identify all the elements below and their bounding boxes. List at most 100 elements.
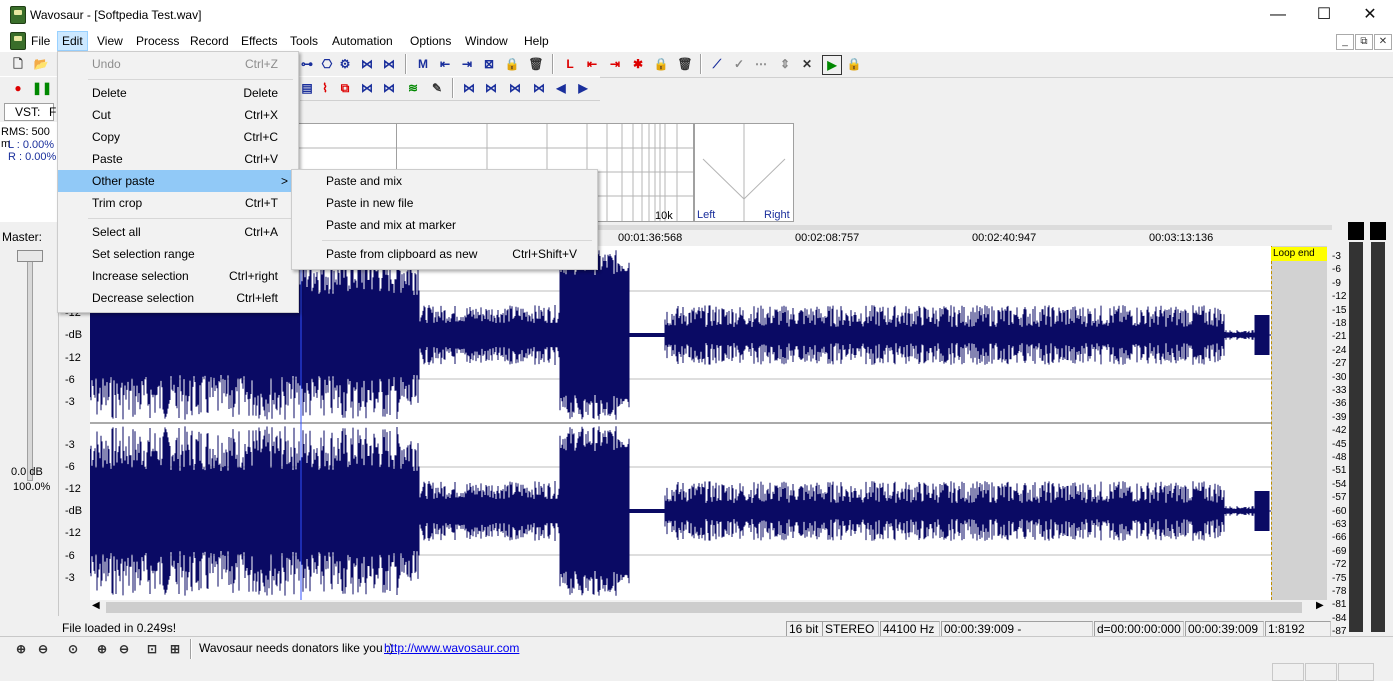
play-envelope-icon[interactable]: ▶ (822, 55, 842, 75)
split-icon[interactable]: ⊶ (298, 55, 316, 73)
zoom-wave-icon[interactable]: ⋈ (460, 79, 478, 97)
ruler-tick: 00:02:08:757 (795, 232, 860, 244)
master-slider-track[interactable] (27, 254, 33, 481)
zoom-in-icon[interactable]: ⊕ (12, 640, 30, 658)
pencil-icon[interactable]: ✎ (428, 79, 446, 97)
menu-effects[interactable]: Effects (241, 33, 277, 49)
zoom-in-v-icon[interactable]: ⊕ (93, 640, 111, 658)
submenu-paste-from-clipboard[interactable]: Paste from clipboard as new Ctrl+Shift+V (292, 243, 597, 265)
menu-view[interactable]: View (97, 33, 123, 49)
pause-icon[interactable]: ❚❚ (32, 79, 52, 97)
statusbar-pane (1305, 663, 1337, 681)
open-folder-icon[interactable]: 📂 (32, 55, 50, 73)
eq-icon[interactable]: ≋ (404, 79, 422, 97)
close-button[interactable]: ✕ (1347, 0, 1393, 30)
arrow-left-marker-icon[interactable]: ⇤ (436, 55, 454, 73)
menu-item-select-all[interactable]: Select all Ctrl+A (58, 221, 298, 243)
loop-left-icon[interactable]: ⇤ (583, 55, 601, 73)
zoom-full-icon[interactable]: ⊙ (64, 640, 82, 658)
play-forward-icon[interactable]: ▶ (574, 79, 592, 97)
maximize-button[interactable]: ☐ (1301, 0, 1347, 30)
mdi-restore-button[interactable]: ⧉ (1355, 34, 1373, 50)
normalize-icon[interactable]: ▤ (298, 79, 316, 97)
menu-tools[interactable]: Tools (290, 33, 318, 49)
menu-item-decrease-selection[interactable]: Decrease selection Ctrl+left (58, 287, 298, 309)
menu-item-trim-crop[interactable]: Trim crop Ctrl+T (58, 192, 298, 214)
check-icon[interactable]: ✓ (730, 55, 748, 73)
zoom-sel-icon[interactable]: ⋈ (506, 79, 524, 97)
minimize-button[interactable]: — (1255, 0, 1301, 30)
zoom-sel-v-icon[interactable]: ⊡ (143, 640, 161, 658)
vu-right-meter (1371, 242, 1385, 632)
loop-lock-icon[interactable]: 🔒 (652, 55, 670, 73)
menu-item-paste[interactable]: Paste Ctrl+V (58, 148, 298, 170)
mdi-close-button[interactable]: ✕ (1374, 34, 1392, 50)
menu-item-set-selection-range[interactable]: Set selection range (58, 243, 298, 265)
loop-trash-icon[interactable]: 🗑 (676, 55, 694, 73)
env-lock-icon[interactable]: 🔒 (845, 55, 863, 73)
menu-item-other-paste[interactable]: Other paste > (58, 170, 298, 192)
mdi-minimize-button[interactable]: _ (1336, 34, 1354, 50)
loop-region[interactable] (1271, 246, 1328, 600)
vu-left-meter (1349, 242, 1363, 632)
arrow-right-marker-icon[interactable]: ⇥ (458, 55, 476, 73)
window-title: Wavosaur - [Softpedia Test.wav] (30, 8, 202, 22)
menu-automation[interactable]: Automation (332, 33, 393, 49)
dots-icon[interactable]: ⋯ (752, 55, 770, 73)
db-label: -dB (65, 505, 83, 517)
loop-end-marker[interactable]: Loop end (1271, 247, 1327, 261)
marker-select-icon[interactable]: ⊠ (480, 55, 498, 73)
envelope-icon[interactable]: ⟋ (708, 55, 726, 73)
doc-icon[interactable] (10, 32, 26, 50)
loop-right-icon[interactable]: ⇥ (606, 55, 624, 73)
marker-m-icon[interactable]: M (414, 55, 432, 73)
scroll-thumb[interactable] (106, 602, 1302, 613)
menu-item-undo[interactable]: Undo Ctrl+Z (58, 53, 298, 75)
submenu-paste-and-mix[interactable]: Paste and mix (292, 170, 597, 192)
submenu-paste-in-new-file[interactable]: Paste in new file (292, 192, 597, 214)
loop-bug-icon[interactable]: ✱ (629, 55, 647, 73)
updown-icon[interactable]: ⇕ (776, 55, 794, 73)
db-label: -dB (65, 329, 83, 341)
menu-help[interactable]: Help (524, 33, 549, 49)
vst-box[interactable]: VST: F (4, 103, 56, 121)
record-icon[interactable]: ● (9, 79, 27, 97)
menu-edit[interactable]: Edit (57, 31, 88, 51)
play-back-icon[interactable]: ◀ (552, 79, 570, 97)
menu-item-cut[interactable]: Cut Ctrl+X (58, 104, 298, 126)
wave-fx1-icon[interactable]: ⋈ (358, 79, 376, 97)
spectrum-icon[interactable]: ⌇ (316, 79, 334, 97)
left-channel-label: Left (697, 209, 716, 221)
loop-start-icon[interactable]: L (561, 55, 579, 73)
master-slider-thumb[interactable] (17, 250, 43, 262)
link-icon[interactable]: ⎔ (318, 55, 336, 73)
menu-item-increase-selection[interactable]: Increase selection Ctrl+right (58, 265, 298, 287)
horizontal-scrollbar[interactable]: ◀ ▶ (90, 600, 1332, 615)
website-link[interactable]: http://www.wavosaur.com (384, 641, 519, 655)
lock-icon[interactable]: 🔒 (503, 55, 521, 73)
zoom-out-icon[interactable]: ⊖ (34, 640, 52, 658)
db-right-label: -36 (1332, 398, 1347, 410)
menu-options[interactable]: Options (410, 33, 451, 49)
menu-file[interactable]: File (31, 33, 50, 49)
submenu-paste-and-mix-at-marker[interactable]: Paste and mix at marker (292, 214, 597, 236)
zoom-fit-v-icon[interactable]: ⊞ (166, 640, 184, 658)
copy-red-icon[interactable]: ⧉ (336, 79, 354, 97)
zoom-in-wave-icon[interactable]: ⋈ (482, 79, 500, 97)
trash-icon[interactable]: 🗑 (527, 55, 545, 73)
new-file-icon[interactable]: 🗋 (9, 55, 27, 73)
scroll-right-icon[interactable]: ▶ (1316, 600, 1324, 611)
wave-edit-icon[interactable]: ⋈ (358, 55, 376, 73)
menu-window[interactable]: Window (465, 33, 508, 49)
wave-fx2-icon[interactable]: ⋈ (380, 79, 398, 97)
wave-mirror-icon[interactable]: ⋈ (380, 55, 398, 73)
menu-record[interactable]: Record (190, 33, 229, 49)
wrench-icon[interactable]: ⚙ (336, 55, 354, 73)
menu-item-copy[interactable]: Copy Ctrl+C (58, 126, 298, 148)
menu-item-delete[interactable]: Delete Delete (58, 82, 298, 104)
menu-process[interactable]: Process (136, 33, 179, 49)
scroll-left-icon[interactable]: ◀ (92, 600, 100, 611)
zoom-fit-icon[interactable]: ⋈ (530, 79, 548, 97)
x-icon[interactable]: ✕ (798, 55, 816, 73)
zoom-out-v-icon[interactable]: ⊖ (115, 640, 133, 658)
